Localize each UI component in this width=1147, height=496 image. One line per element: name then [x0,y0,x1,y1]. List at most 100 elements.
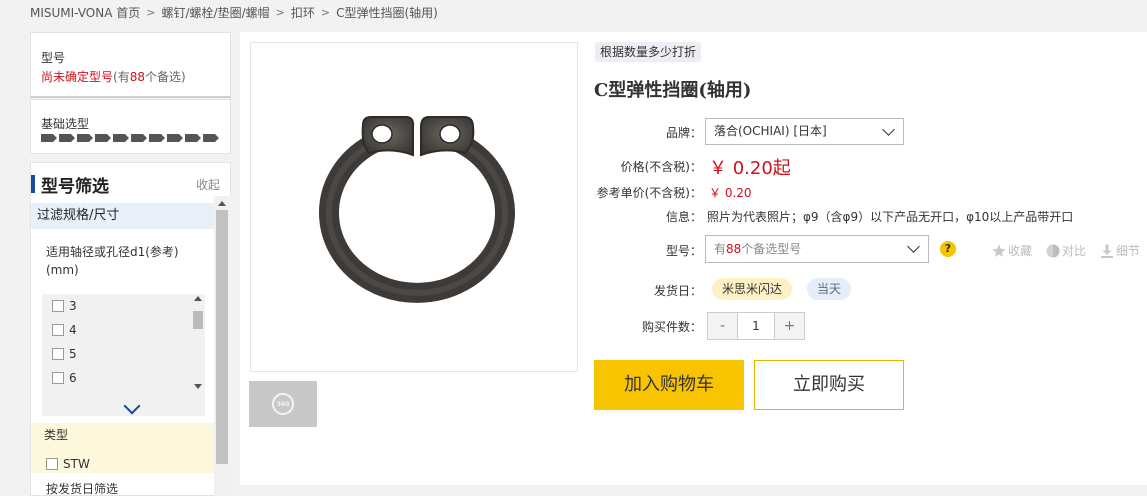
ref-price-label: 参考单价(不含税)： [596,186,702,200]
basic-selection-box[interactable]: 基础选型 [30,99,231,154]
model-select-prefix: 有 [714,242,727,256]
model-status-box: 型号 尚未确定型号(有88个备选) [30,32,231,98]
option-list: 3 4 5 6 [42,294,205,416]
model-select-count: 88 [726,242,742,256]
filter-scrollbar[interactable] [214,196,231,496]
filter-title-text: 型号筛选 [41,176,109,197]
product-image[interactable] [250,42,578,372]
price-value: ￥ 0.20起 [709,158,791,179]
model-status-paren: (有 [113,70,130,84]
model-status-text: 尚未确定型号 [41,70,114,84]
view-360-button[interactable]: 360 [249,381,317,427]
option-label: 3 [69,299,77,313]
breadcrumb-category[interactable]: 螺钉/螺栓/垫圈/螺帽 [161,4,269,21]
breadcrumb-home[interactable]: MISUMI-VONA 首页 [30,4,140,21]
basic-selection-steps [41,134,219,142]
collapse-button[interactable]: 收起 [196,176,220,193]
breadcrumb-subcategory[interactable]: 扣环 [291,4,315,21]
model-select-suffix: 个备选型号 [741,242,802,256]
breadcrumb-current: C型弹性挡圈(轴用) [336,5,438,20]
rotate-360-icon: 360 [272,393,294,415]
brand-value: 落合(OCHIAI) [日本] [714,124,827,138]
option-item[interactable]: 4 [52,322,77,338]
type-option-label: STW [63,457,90,471]
ship-option-same-day[interactable]: 当天 [807,278,852,300]
type-option[interactable]: STW [46,456,90,472]
filter-title: 型号筛选 [31,174,109,197]
chevron-down-icon [907,240,920,253]
model-filter-panel: 型号筛选 收起 过滤规格/尺寸 适用轴径或孔径d1(参考)(mm) 3 4 5 … [30,162,231,496]
favorite-button[interactable]: 收藏 [992,242,1032,259]
breadcrumb: MISUMI-VONA 首页 > 螺钉/螺栓/垫圈/螺帽 > 扣环 > C型弹性… [30,4,438,20]
option-item[interactable]: 3 [52,298,77,314]
chevron-down-icon [882,123,895,136]
breadcrumb-separator: > [275,5,285,19]
checkbox[interactable] [52,300,64,312]
model-label: 型号： [665,244,702,258]
step-arrow-icon [95,134,111,142]
ship-date-filter-label[interactable]: 按发货日筛选 [46,480,118,495]
model-label: 型号 [41,51,66,65]
quantity-input[interactable]: 1 [737,313,775,339]
scroll-thumb[interactable] [216,210,228,464]
type-label: 类型 [44,428,69,442]
checkbox[interactable] [46,458,58,470]
step-arrow-icon [149,134,165,142]
retaining-ring-image [319,116,515,303]
price-label: 价格(不含税)： [620,160,702,174]
product-title: C型弹性挡圈(轴用) [594,80,752,101]
detail-button[interactable]: 细节 [1100,242,1140,259]
option-item[interactable]: 6 [52,370,77,386]
basic-selection-label: 基础选型 [41,117,90,131]
compare-icon [1046,244,1060,258]
step-arrow-icon [131,134,147,142]
scroll-down-icon[interactable] [194,384,202,389]
quantity-label: 购买件数： [641,320,702,334]
checkbox[interactable] [52,372,64,384]
step-arrow-icon [185,134,201,142]
discount-tag: 根据数量多少打折 [595,42,702,62]
model-status-count: 88 [129,70,145,84]
breadcrumb-separator: > [146,5,156,19]
option-list-scrollbar[interactable] [193,296,203,394]
checkbox[interactable] [52,324,64,336]
model-select[interactable]: 有88个备选型号 [705,235,929,263]
ref-price-value: ￥ 0.20 [709,186,752,200]
ship-date-label: 发货日： [653,284,702,298]
increment-button[interactable]: + [775,313,804,339]
info-text: 照片为代表照片；φ9（含φ9）以下产品无开口，φ10以上产品带开口 [707,210,1074,224]
brand-select[interactable]: 落合(OCHIAI) [日本] [705,118,904,145]
ship-option-express[interactable]: 米思米闪达 [712,278,793,300]
help-icon[interactable]: ? [940,241,956,257]
chevron-down-icon[interactable] [123,397,141,415]
step-arrow-icon [41,134,57,142]
breadcrumb-separator: > [320,5,331,19]
compare-label: 对比 [1062,244,1087,258]
model-status: 尚未确定型号(有88个备选) [41,68,186,85]
product-panel: 360 根据数量多少打折 C型弹性挡圈(轴用) 品牌： 落合(OCHIAI) [… [240,32,1147,485]
buy-now-button[interactable]: 立即购买 [754,360,904,410]
filter-title-bar [31,175,35,193]
option-item[interactable]: 5 [52,346,77,362]
step-arrow-icon [167,134,183,142]
step-arrow-icon [203,134,219,142]
quantity-stepper: - 1 + [707,312,805,340]
add-to-cart-button[interactable]: 加入购物车 [594,360,744,410]
checkbox[interactable] [52,348,64,360]
compare-button[interactable]: 对比 [1046,242,1086,259]
param-label: 适用轴径或孔径d1(参考)(mm) [46,245,179,277]
step-arrow-icon [113,134,129,142]
filter-group-header[interactable]: 过滤规格/尺寸 [31,203,215,229]
download-icon [1100,244,1114,258]
view-360-label: 360 [276,400,290,408]
info-label: 信息： [665,210,702,224]
star-icon [992,244,1006,258]
step-arrow-icon [59,134,75,142]
type-section: 类型 STW [31,423,215,473]
step-arrow-icon [77,134,93,142]
detail-label: 细节 [1116,244,1141,258]
scroll-thumb[interactable] [193,311,203,329]
scroll-up-icon[interactable] [194,296,202,301]
scroll-up-icon[interactable] [218,201,226,206]
decrement-button[interactable]: - [708,313,737,339]
